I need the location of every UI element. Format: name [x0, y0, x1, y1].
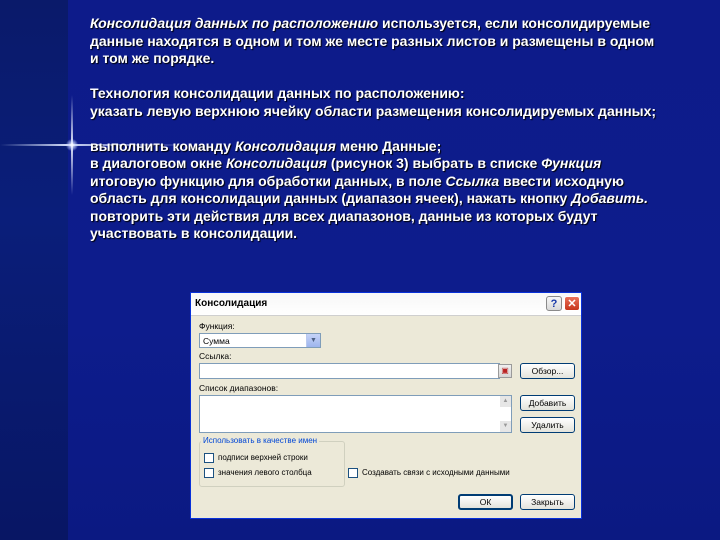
- text-fragment: область для консолидации данных (диапазо…: [90, 190, 568, 206]
- term-add: Добавить.: [571, 190, 649, 206]
- paragraph-3-line-6: участвовать в консолидации.: [90, 225, 298, 241]
- use-labels-title: Использовать в качестве имен: [201, 436, 320, 445]
- paragraph-3-line-2: в диалоговом окне Консолидация (рисунок …: [90, 155, 668, 173]
- left-column-checkbox[interactable]: [204, 468, 214, 478]
- help-icon[interactable]: ?: [546, 296, 562, 311]
- function-label: Функция:: [199, 321, 235, 331]
- reference-label: Ссылка:: [199, 351, 232, 361]
- term-consolidation-dialog: Консолидация: [225, 155, 327, 171]
- add-button[interactable]: Добавить: [520, 395, 575, 411]
- term-function: Функция: [541, 155, 602, 171]
- delete-button[interactable]: Удалить: [520, 417, 575, 433]
- paragraph-3-line-3: итоговую функцию для обработки данных, в…: [90, 173, 668, 191]
- slide-text: Консолидация данных по расположению испо…: [90, 15, 668, 243]
- top-row-label: подписи верхней строки: [218, 453, 308, 462]
- sparkle-decoration-center: [66, 139, 78, 151]
- text-fragment: (рисунок 3) выбрать в списке: [330, 155, 538, 171]
- ranges-list-label: Список диапазонов:: [199, 383, 279, 393]
- text-fragment: меню Данные;: [339, 137, 442, 154]
- create-links-checkbox[interactable]: [348, 468, 358, 478]
- paragraph-3-line-4: область для консолидации данных (диапазо…: [90, 190, 668, 208]
- term-consolidation-by-position: Консолидация данных по расположению: [90, 15, 379, 31]
- consolidation-dialog: Консолидация ? ✕ Функция: Сумма ▼ Ссылка…: [190, 292, 582, 519]
- use-labels-group: [199, 441, 345, 487]
- paragraph-1-line-2: данные находятся в одном и том же месте …: [90, 32, 655, 49]
- scroll-down-icon[interactable]: ▼: [500, 421, 511, 432]
- left-column-label: значения левого столбца: [218, 468, 312, 477]
- reference-input[interactable]: [199, 363, 500, 379]
- text-fragment: используется, если консолидируемые: [382, 15, 651, 31]
- ok-button[interactable]: ОК: [458, 494, 513, 510]
- dialog-title: Консолидация: [195, 298, 268, 309]
- paragraph-3-line-1: выполнить команду Консолидация меню Данн…: [90, 138, 668, 156]
- paragraph-2-line-2: указать левую верхнюю ячейку области раз…: [90, 102, 657, 119]
- text-fragment: в диалоговом окне: [90, 155, 223, 171]
- create-links-label: Создавать связи с исходными данными: [362, 468, 510, 477]
- term-consolidation-command: Консолидация: [234, 137, 336, 154]
- text-fragment: ввести исходную: [503, 172, 624, 189]
- function-select[interactable]: Сумма ▼: [199, 333, 321, 348]
- chevron-down-icon[interactable]: ▼: [306, 334, 320, 347]
- left-background-strip: [0, 0, 68, 540]
- function-value: Сумма: [203, 336, 230, 346]
- browse-button[interactable]: Обзор...: [520, 363, 575, 379]
- ranges-listbox[interactable]: ▲ ▼: [199, 395, 512, 433]
- scroll-up-icon[interactable]: ▲: [500, 396, 511, 407]
- text-fragment: итоговую функцию для обработки данных, в…: [90, 172, 442, 189]
- paragraph-1-line-3: и том же порядке.: [90, 50, 215, 66]
- term-reference: Ссылка: [445, 172, 500, 189]
- collapse-dialog-icon[interactable]: ▣: [498, 364, 512, 378]
- paragraph-2-line-1: Технология консолидации данных по распол…: [90, 85, 465, 101]
- dialog-titlebar[interactable]: Консолидация ? ✕: [191, 293, 581, 316]
- close-button[interactable]: Закрыть: [520, 494, 575, 510]
- text-fragment: выполнить команду: [90, 137, 231, 154]
- paragraph-3-line-5: повторить эти действия для всех диапазон…: [90, 207, 598, 224]
- close-icon[interactable]: ✕: [564, 296, 580, 311]
- top-row-checkbox[interactable]: [204, 453, 214, 463]
- paragraph-1-line-1: Консолидация данных по расположению испо…: [90, 15, 668, 33]
